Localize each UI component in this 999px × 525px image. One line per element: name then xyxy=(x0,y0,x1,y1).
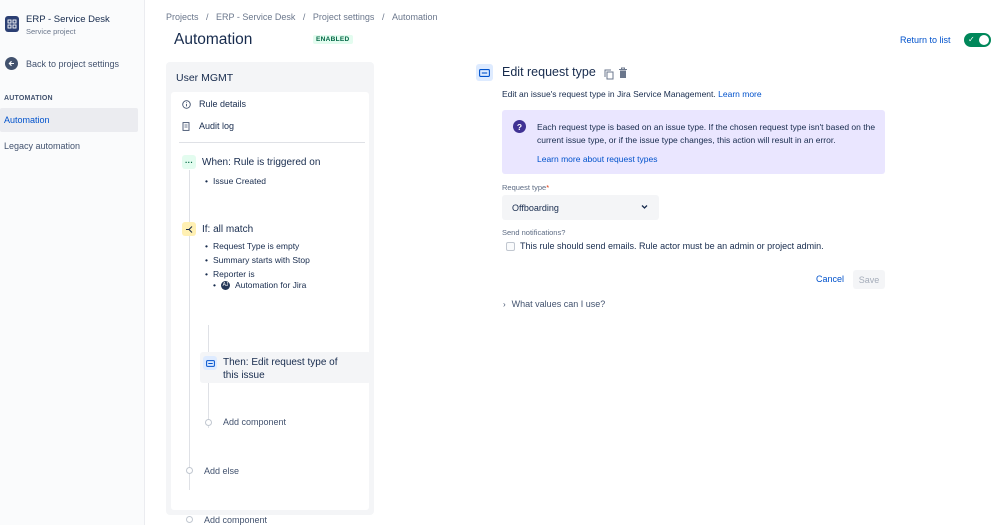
rule-details-label: Rule details xyxy=(199,99,247,109)
trigger-item: Issue Created xyxy=(205,176,266,186)
chevron-right-icon: › xyxy=(503,299,506,309)
project-name: ERP - Service Desk xyxy=(26,14,110,25)
details-description: Edit an issue's request type in Jira Ser… xyxy=(502,89,762,99)
breadcrumb-separator: / xyxy=(198,12,217,22)
app-root: ERP - Service Desk Service project Back … xyxy=(0,0,999,525)
learn-more-link[interactable]: Learn more xyxy=(718,89,761,99)
condition-label[interactable]: If: all match xyxy=(202,223,253,236)
back-to-project-settings-link[interactable]: Back to project settings xyxy=(5,57,119,70)
sidebar: ERP - Service Desk Service project Back … xyxy=(0,0,145,525)
divider xyxy=(179,142,365,143)
request-type-label-text: Request type xyxy=(502,183,547,192)
add-component-inner-button[interactable]: Add component xyxy=(223,417,286,427)
breadcrumb-project-settings[interactable]: Project settings xyxy=(313,12,375,22)
send-notifications-label: Send notifications? xyxy=(502,228,566,237)
sidebar-section-heading: AUTOMATION xyxy=(4,95,53,102)
sidebar-item-label: Legacy automation xyxy=(4,141,81,151)
rule-details-item[interactable]: Rule details xyxy=(181,99,246,109)
chevron-down-icon xyxy=(640,202,649,213)
audit-log-label: Audit log xyxy=(199,121,235,131)
audit-log-item[interactable]: Audit log xyxy=(181,121,234,131)
info-panel: ? Each request type is based on an issue… xyxy=(502,110,885,174)
avatar: AJ xyxy=(221,280,230,290)
request-type-label: Request type* xyxy=(502,183,549,192)
breadcrumb-separator: / xyxy=(374,12,392,22)
cancel-button[interactable]: Cancel xyxy=(816,274,844,284)
trash-icon[interactable] xyxy=(618,66,628,84)
edit-request-type-icon xyxy=(476,64,493,81)
back-label: Back to project settings xyxy=(26,58,120,69)
branch-icon xyxy=(182,222,196,236)
status-badge: ENABLED xyxy=(313,35,353,44)
action-label: Then: Edit request type of this issue xyxy=(223,356,338,382)
project-header[interactable]: ERP - Service Desk Service project xyxy=(5,14,110,38)
flow-connector xyxy=(189,170,190,490)
action-label-line2: this issue xyxy=(223,370,265,381)
sidebar-item-label: Automation xyxy=(4,115,50,125)
trigger-icon: ··· xyxy=(182,155,196,169)
project-logo-icon xyxy=(5,16,19,32)
copy-icon[interactable] xyxy=(604,67,614,85)
add-else-button[interactable]: Add else xyxy=(204,466,239,476)
learn-more-request-types-link[interactable]: Learn more about request types xyxy=(537,154,658,164)
breadcrumb-projects[interactable]: Projects xyxy=(166,12,199,22)
sidebar-item-automation[interactable]: Automation xyxy=(0,108,138,132)
breadcrumb-project[interactable]: ERP - Service Desk xyxy=(216,12,295,22)
request-type-select[interactable]: Offboarding xyxy=(502,195,659,220)
rule-panel: User MGMT Rule details Audit log ··· Whe… xyxy=(166,62,374,525)
project-type: Service project xyxy=(26,27,76,36)
sidebar-item-legacy-automation[interactable]: Legacy automation xyxy=(0,134,138,158)
send-notifications-checkbox[interactable] xyxy=(506,242,515,251)
add-component-outer-button[interactable]: Add component xyxy=(204,515,267,525)
info-text: Each request type is based on an issue t… xyxy=(537,122,876,145)
rule-enabled-toggle[interactable]: ✓ xyxy=(964,33,991,47)
condition-item: Summary starts with Stop xyxy=(205,255,310,265)
document-icon xyxy=(181,121,191,131)
save-button[interactable]: Save xyxy=(853,270,885,289)
rule-body: Rule details Audit log ··· When: Rule is… xyxy=(171,92,371,525)
reporter-value: AJ Automation for Jira xyxy=(213,280,307,290)
rule-name: User MGMT xyxy=(176,72,234,84)
add-else-dot xyxy=(186,467,193,474)
breadcrumb-separator: / xyxy=(295,12,313,22)
arrow-left-icon xyxy=(5,57,18,70)
action-label-line1: Then: Edit request type of xyxy=(223,357,338,368)
breadcrumb: Projects / ERP - Service Desk / Project … xyxy=(166,12,437,22)
question-icon: ? xyxy=(513,120,526,133)
trigger-label[interactable]: When: Rule is triggered on xyxy=(202,156,320,169)
add-component-dot xyxy=(205,419,212,426)
reporter-name: Automation for Jira xyxy=(235,280,307,290)
info-icon xyxy=(181,99,191,109)
return-to-list-link[interactable]: Return to list xyxy=(900,35,951,45)
request-type-value: Offboarding xyxy=(512,202,559,213)
what-values-label: What values can I use? xyxy=(511,299,606,309)
description-text: Edit an issue's request type in Jira Ser… xyxy=(502,89,716,99)
condition-item: Reporter is xyxy=(205,269,254,279)
breadcrumb-automation[interactable]: Automation xyxy=(392,12,438,22)
required-mark: * xyxy=(546,183,550,192)
add-component-dot xyxy=(186,516,193,523)
condition-item: Request Type is empty xyxy=(205,241,299,251)
toggle-knob xyxy=(979,35,989,45)
page-title: Automation xyxy=(174,31,253,48)
send-notifications-checkbox-label[interactable]: This rule should send emails. Rule actor… xyxy=(520,241,824,251)
check-icon: ✓ xyxy=(968,35,975,44)
edit-request-type-icon xyxy=(203,356,217,370)
details-title: Edit request type xyxy=(502,65,596,79)
what-values-expander[interactable]: › What values can I use? xyxy=(503,299,605,309)
